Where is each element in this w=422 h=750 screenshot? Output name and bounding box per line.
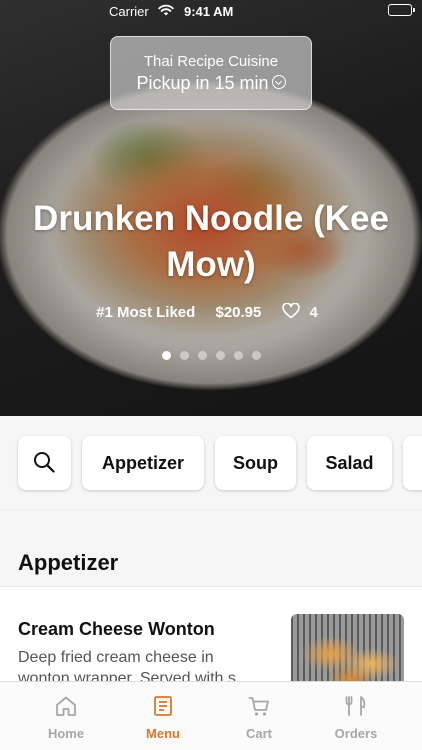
pickup-selector[interactable]: Thai Recipe Cuisine Pickup in 15 min xyxy=(110,36,312,110)
like-count[interactable]: 4 xyxy=(281,303,326,321)
orders-icon xyxy=(345,696,366,716)
search-button[interactable] xyxy=(18,436,71,490)
wifi-icon xyxy=(158,4,174,16)
menu-content: Appetizer Cream Cheese Wonton Deep fried… xyxy=(0,510,422,694)
carousel-dot[interactable] xyxy=(161,351,171,360)
status-bar: Carrier 9:41 AM xyxy=(0,0,422,24)
pickup-time: Pickup in 15 min xyxy=(111,73,311,94)
home-icon xyxy=(56,696,76,716)
category-chip-soup[interactable]: Soup xyxy=(215,436,296,490)
tab-menu-label: Menu xyxy=(146,726,180,741)
tab-bar: Home Menu Cart Orders xyxy=(0,681,422,750)
tab-cart-label: Cart xyxy=(245,726,272,741)
featured-dish-meta: #1 Most Liked $20.95 4 xyxy=(0,303,422,321)
category-chip-salad[interactable]: Salad xyxy=(307,436,392,490)
tab-home-label: Home xyxy=(47,726,85,741)
carousel-pagination[interactable] xyxy=(0,351,422,360)
carousel-dot[interactable] xyxy=(179,351,189,360)
tab-menu[interactable]: Menu xyxy=(115,682,211,750)
category-chip-appetizer[interactable]: Appetizer xyxy=(82,436,204,490)
tab-orders[interactable]: Orders xyxy=(308,682,404,750)
menu-icon xyxy=(154,696,172,716)
battery-icon xyxy=(388,4,415,16)
menu-item-name: Cream Cheese Wonton xyxy=(18,619,215,639)
cart-icon xyxy=(248,697,269,716)
tab-cart[interactable]: Cart xyxy=(211,682,307,750)
menu-item[interactable]: Cream Cheese Wonton Deep fried cream che… xyxy=(0,586,422,694)
search-icon xyxy=(34,452,55,473)
tab-home[interactable]: Home xyxy=(18,682,114,750)
popularity-rank: #1 Most Liked xyxy=(96,304,196,321)
tab-orders-label: Orders xyxy=(334,726,378,741)
restaurant-name: Thai Recipe Cuisine xyxy=(143,53,279,70)
carousel-dot[interactable] xyxy=(233,351,243,360)
chevron-down-icon xyxy=(271,75,286,90)
carousel-dot[interactable] xyxy=(215,351,225,360)
carousel-dot[interactable] xyxy=(197,351,207,360)
pickup-time-label: Pickup in 15 min xyxy=(136,73,269,93)
featured-dish-title: Drunken Noodle (Kee Mow) xyxy=(33,199,389,284)
featured-price: $20.95 xyxy=(215,304,262,321)
category-chip-more[interactable] xyxy=(403,436,422,490)
clock: 9:41 AM xyxy=(184,4,234,19)
section-title: Appetizer xyxy=(18,550,119,575)
featured-dish-hero[interactable]: Carrier 9:41 AM Thai Recipe Cuisine Pick… xyxy=(0,0,422,416)
category-bar: Appetizer Soup Salad xyxy=(0,416,422,510)
carousel-dot[interactable] xyxy=(251,351,261,360)
like-count-value: 4 xyxy=(309,304,318,321)
heart-icon xyxy=(281,303,300,319)
carrier-label: Carrier xyxy=(109,4,149,19)
